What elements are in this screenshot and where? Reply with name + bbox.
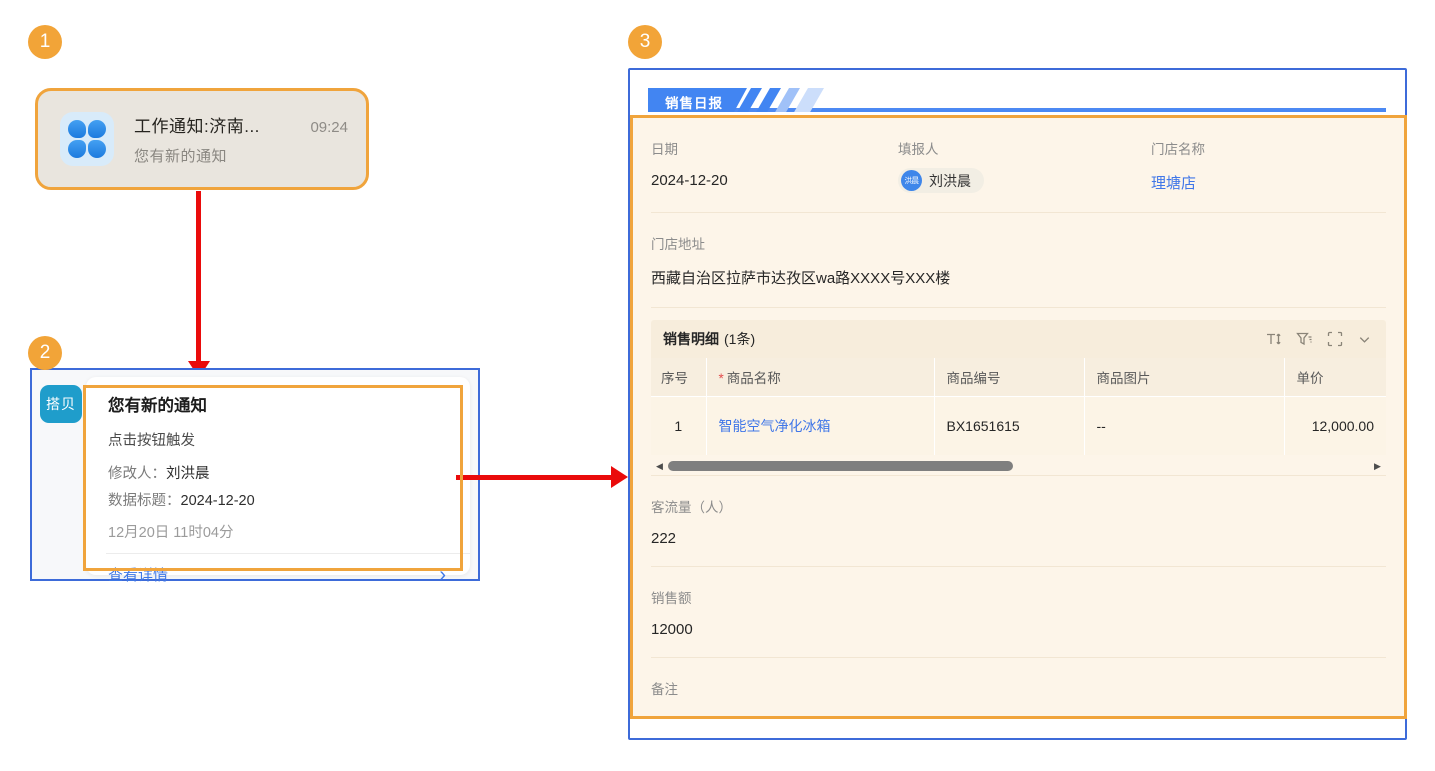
notification-message: 您有新的通知 (134, 145, 348, 166)
cell-product-code: BX1651615 (934, 396, 1084, 455)
product-link[interactable]: 智能空气净化冰箱 (719, 418, 831, 434)
field-traffic-value: 222 (651, 530, 1386, 566)
cell-unit-price: 12,000.00 (1284, 396, 1386, 455)
reporter-name: 刘洪晨 (929, 171, 971, 191)
field-date-label: 日期 (651, 138, 898, 158)
step-2-badge: 2 (28, 336, 62, 370)
dingtalk-work-notification-icon (60, 112, 114, 166)
field-traffic-label: 客流量（人） (651, 496, 1386, 516)
col-unit-price: 单价 (1284, 358, 1386, 396)
field-reporter: 填报人 洪晨 刘洪晨 (898, 118, 1151, 212)
view-details-link[interactable]: 查看详情 › (108, 564, 454, 585)
field-remark-label: 备注 (651, 678, 1386, 698)
col-product-name: *商品名称 (706, 358, 934, 396)
field-date-value: 2024-12-20 (651, 172, 898, 208)
step-3-badge: 3 (628, 25, 662, 59)
chevron-down-icon[interactable] (1357, 332, 1372, 347)
expand-icon[interactable] (1327, 331, 1343, 347)
table-row: 1 智能空气净化冰箱 BX1651615 -- 12,000.00 (651, 396, 1386, 455)
clover-icon (68, 120, 106, 158)
report-banner: 销售日报 (648, 88, 1386, 112)
cell-index: 1 (651, 396, 706, 455)
scrollbar-track[interactable] (666, 461, 1371, 471)
scroll-left-icon[interactable]: ◀ (653, 461, 666, 472)
data-title-label: 数据标题： (108, 493, 181, 509)
arrow-step2-to-step3-head (611, 466, 628, 488)
data-title-value: 2024-12-20 (181, 493, 255, 509)
field-reporter-label: 填报人 (898, 138, 1151, 158)
horizontal-scrollbar[interactable]: ◀ ▶ (651, 457, 1386, 475)
arrow-step2-to-step3 (456, 475, 613, 480)
field-sales-amount-label: 销售额 (651, 587, 1386, 607)
col-product-code: 商品编号 (934, 358, 1084, 396)
field-sales-amount-value: 12000 (651, 621, 1386, 657)
report-title: 销售日报 (648, 88, 747, 112)
field-date: 日期 2024-12-20 (651, 118, 898, 212)
data-title-row: 数据标题：2024-12-20 (108, 489, 454, 510)
col-product-image: 商品图片 (1084, 358, 1284, 396)
view-details-label: 查看详情 (108, 564, 168, 585)
sales-detail-header: 销售明细 (1条) (651, 320, 1386, 358)
field-traffic: 客流量（人） 222 (651, 476, 1386, 566)
notification-message-card[interactable]: 您有新的通知 点击按钮触发 修改人：刘洪晨 数据标题：2024-12-20 12… (86, 377, 470, 575)
dabei-app-avatar: 搭贝 (40, 385, 82, 423)
table-header-row: 序号 *商品名称 商品编号 商品图片 单价 (651, 358, 1386, 396)
required-mark: * (719, 371, 724, 386)
scroll-right-icon[interactable]: ▶ (1371, 461, 1384, 472)
form-divider (651, 307, 1386, 308)
chevron-right-icon: › (439, 565, 446, 585)
field-sales-amount: 销售额 12000 (651, 567, 1386, 657)
scrollbar-thumb[interactable] (668, 461, 1013, 471)
notification-text: 工作通知:济南... 09:24 您有新的通知 (134, 112, 348, 166)
sales-detail-count: (1条) (724, 329, 755, 349)
modifier-value: 刘洪晨 (166, 466, 210, 482)
cell-product-image: -- (1084, 396, 1284, 455)
col-index: 序号 (651, 358, 706, 396)
sales-detail-title: 销售明细 (663, 329, 719, 349)
modifier-label: 修改人： (108, 466, 166, 482)
store-name-link[interactable]: 理塘店 (1151, 172, 1386, 212)
field-remark-value: -- (651, 712, 1386, 719)
message-timestamp: 12月20日 11时04分 (108, 521, 454, 542)
reporter-chip[interactable]: 洪晨 刘洪晨 (898, 168, 984, 193)
field-store-address-label: 门店地址 (651, 233, 1386, 253)
text-size-icon[interactable] (1265, 331, 1282, 347)
report-form: 日期 2024-12-20 填报人 洪晨 刘洪晨 门店名称 理塘店 (630, 115, 1407, 719)
filter-icon[interactable] (1296, 331, 1313, 347)
field-store-name: 门店名称 理塘店 (1151, 118, 1386, 212)
modifier-row: 修改人：刘洪晨 (108, 462, 454, 483)
message-divider (106, 553, 470, 554)
sales-report-panel: 销售日报 日期 2024-12-20 填报人 洪晨 刘洪晨 (628, 68, 1407, 740)
sales-detail-table: 序号 *商品名称 商品编号 商品图片 单价 1 智能空气净化冰箱 BX16516… (651, 358, 1386, 455)
step-1-badge: 1 (28, 25, 62, 59)
field-store-name-label: 门店名称 (1151, 138, 1386, 158)
tutorial-canvas: 1 2 3 工作通知:济南... 09:24 您有新的通知 搭贝 您有新的通知 … (0, 0, 1435, 771)
arrow-step1-to-step2 (196, 191, 201, 362)
message-title: 您有新的通知 (108, 392, 454, 416)
push-notification-card[interactable]: 工作通知:济南... 09:24 您有新的通知 (35, 88, 369, 190)
chat-message-panel: 搭贝 您有新的通知 点击按钮触发 修改人：刘洪晨 数据标题：2024-12-20… (30, 368, 480, 581)
notification-time: 09:24 (310, 119, 348, 136)
cell-product-name: 智能空气净化冰箱 (706, 396, 934, 455)
reporter-avatar: 洪晨 (901, 170, 922, 191)
field-store-address: 门店地址 西藏自治区拉萨市达孜区wa路XXXX号XXX楼 (651, 213, 1386, 307)
message-body: 点击按钮触发 (108, 429, 454, 450)
sales-detail-section: 销售明细 (1条) (651, 320, 1386, 475)
field-store-address-value: 西藏自治区拉萨市达孜区wa路XXXX号XXX楼 (651, 267, 1386, 307)
notification-title: 工作通知:济南... (134, 112, 260, 137)
field-remark: 备注 -- (651, 658, 1386, 719)
